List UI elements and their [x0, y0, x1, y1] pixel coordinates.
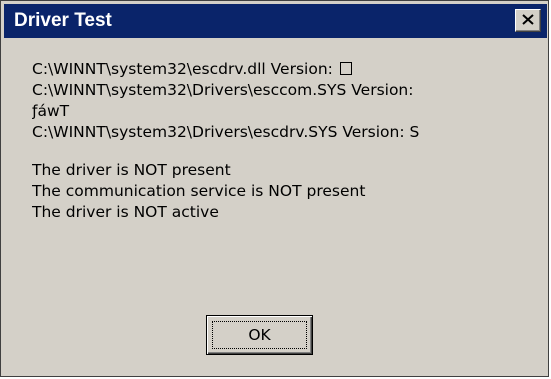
driver-test-dialog: Driver Test C:\WINNT\system32\escdrv.dll…: [0, 0, 549, 377]
status-line-driver-present: The driver is NOT present: [32, 161, 231, 179]
version-line-text: ƒáwT: [32, 102, 70, 120]
close-x-icon: [522, 14, 534, 25]
version-line-escdrv-dll: C:\WINNT\system32\escdrv.dll Version:: [32, 59, 537, 80]
version-line-text: C:\WINNT\system32\Drivers\escdrv.SYS Ver…: [32, 123, 405, 141]
window-title: Driver Test: [14, 10, 112, 31]
close-button[interactable]: [515, 9, 541, 32]
status-line-comm-service: The communication service is NOT present: [32, 182, 366, 200]
unprintable-char-box-icon: [339, 62, 352, 75]
version-line-text: C:\WINNT\system32\Drivers\esccom.SYS Ver…: [32, 81, 414, 99]
title-bar[interactable]: Driver Test: [4, 4, 547, 38]
version-line-esccom-sys: C:\WINNT\system32\Drivers\esccom.SYS Ver…: [32, 80, 537, 101]
ok-button[interactable]: OK: [206, 315, 313, 355]
ok-button-label: OK: [248, 326, 271, 344]
message-area: C:\WINNT\system32\escdrv.dll Version: C:…: [32, 59, 537, 223]
version-value: S: [409, 123, 420, 141]
version-line-garbled-value: ƒáwT: [32, 101, 537, 122]
version-line-escdrv-sys: C:\WINNT\system32\Drivers\escdrv.SYS Ver…: [32, 122, 537, 143]
version-line-text: C:\WINNT\system32\escdrv.dll Version:: [32, 60, 333, 78]
status-line-driver-active: The driver is NOT active: [32, 203, 219, 221]
